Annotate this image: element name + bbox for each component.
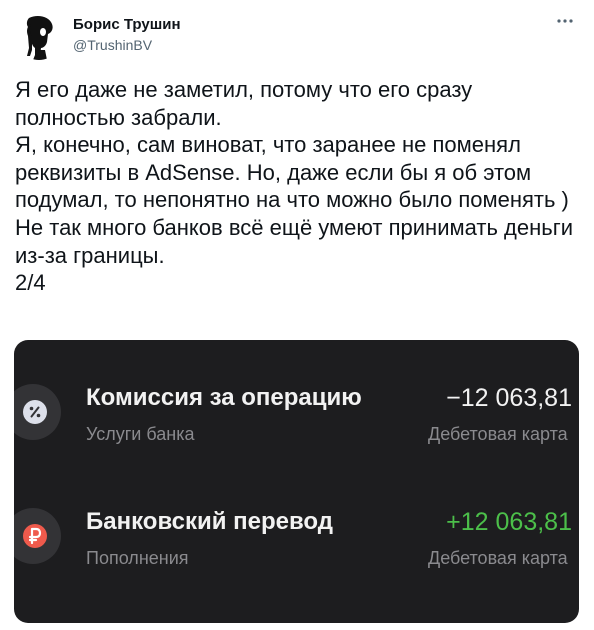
operation-category: Услуги банка: [86, 424, 195, 444]
avatar-image: [15, 12, 63, 60]
tweet-header: Борис Трушин @TrushinBV: [15, 12, 579, 60]
tweet-media-image[interactable]: Комиссия за операцию Услуги банка −12 06…: [14, 340, 579, 623]
tweet-line: Я его даже не заметил, потому что его ср…: [15, 77, 473, 130]
ruble-icon: [14, 508, 61, 564]
tweet-line: Не так много банков всё ещё умеют приним…: [15, 214, 574, 268]
author-display-name[interactable]: Борис Трушин: [73, 15, 181, 35]
avatar[interactable]: [15, 12, 63, 60]
operation-title: Банковский перевод: [86, 508, 334, 535]
operation-title: Комиссия за операцию: [86, 384, 362, 411]
tweet-line: Я, конечно, сам виноват, что заранее не …: [15, 132, 569, 213]
operation-amount: −12 063,81: [446, 384, 572, 412]
operation-card: Дебетовая карта: [428, 548, 568, 568]
operation-row: Банковский перевод Пополнения +12 063,81…: [14, 486, 579, 596]
percent-icon: [14, 384, 61, 440]
operation-category: Пополнения: [86, 548, 189, 568]
author-names: Борис Трушин @TrushinBV: [73, 15, 181, 55]
operation-row: Комиссия за операцию Услуги банка −12 06…: [14, 362, 579, 472]
operation-amount: +12 063,81: [446, 508, 572, 536]
operation-card: Дебетовая карта: [428, 424, 568, 444]
author-handle[interactable]: @TrushinBV: [73, 35, 181, 55]
tweet: Борис Трушин @TrushinBV Я его даже не за…: [0, 0, 594, 630]
more-options-icon[interactable]: [553, 14, 577, 34]
tweet-text: Я его даже не заметил, потому что его ср…: [15, 76, 581, 297]
tweet-line: 2/4: [15, 270, 46, 296]
